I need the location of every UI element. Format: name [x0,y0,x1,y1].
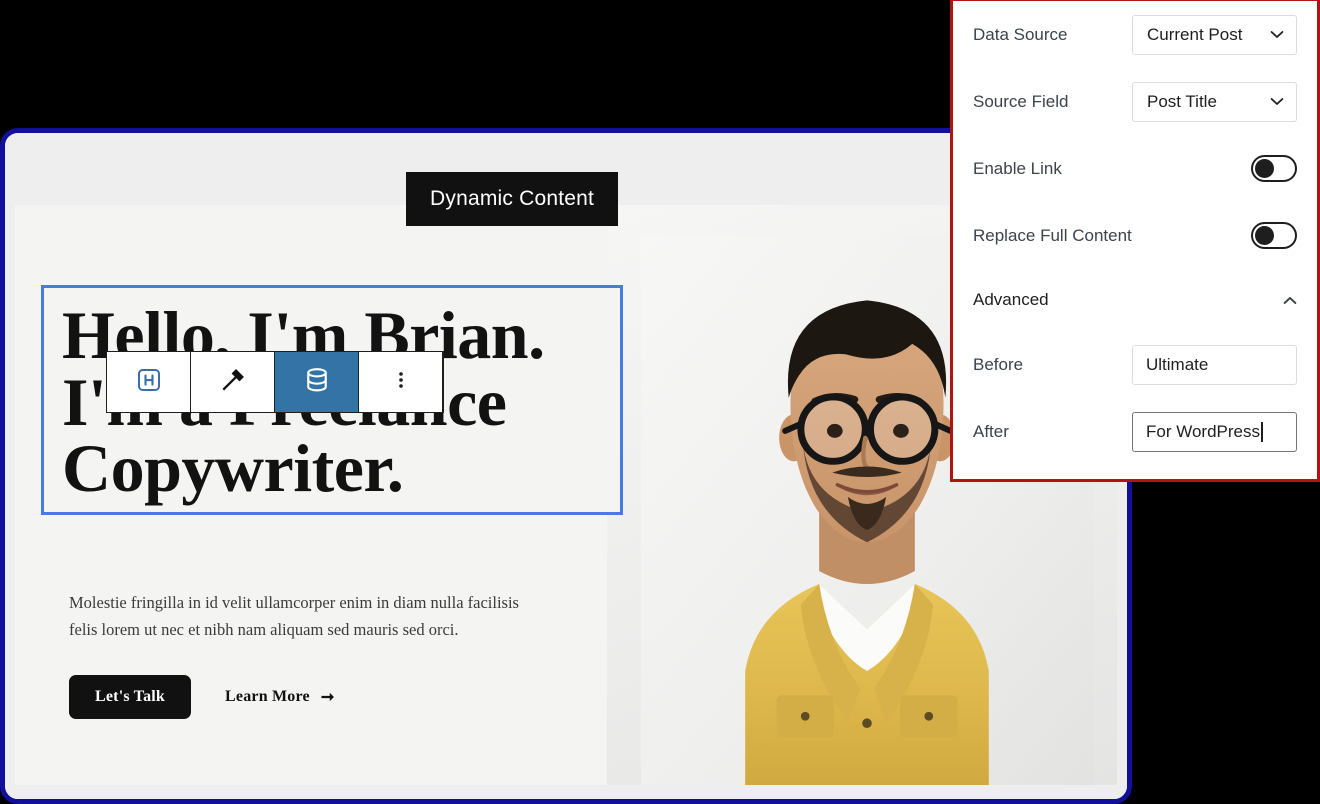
chevron-down-icon [1270,98,1284,105]
enable-link-toggle[interactable] [1251,155,1297,182]
after-value: For WordPress [1146,421,1260,441]
chevron-down-icon [1270,31,1284,38]
heading-block-button[interactable] [107,352,191,412]
heading-block-icon [134,365,164,400]
setting-row-source-field: Source Field Post Title [973,68,1297,135]
more-options-button[interactable] [359,352,443,412]
setting-row-before: Before Ultimate [973,331,1297,398]
block-toolbar [106,351,444,413]
style-tool-icon [219,366,247,399]
hero-paragraph: Molestie fringilla in id velit ullamcorp… [69,593,519,639]
hero-actions: Let's Talk Learn More ➞ [69,675,334,719]
dynamic-content-database-icon [302,365,332,400]
advanced-section-header[interactable]: Advanced [973,269,1297,331]
lets-talk-button[interactable]: Let's Talk [69,675,192,719]
hero-text-column: Hello, I'm Brian. I'm a Freelance Copywr… [15,205,623,785]
source-field-value: Post Title [1147,91,1217,111]
after-input[interactable]: For WordPress [1132,411,1297,452]
source-field-label: Source Field [973,91,1069,111]
advanced-label: Advanced [973,290,1049,309]
data-source-label: Data Source [973,24,1068,44]
before-input[interactable]: Ultimate [1132,344,1297,385]
replace-full-content-label: Replace Full Content [973,225,1132,245]
toggle-knob [1255,159,1274,178]
setting-row-enable-link: Enable Link [973,135,1297,202]
enable-link-label: Enable Link [973,158,1062,178]
data-source-select[interactable]: Current Post [1132,14,1297,55]
dynamic-content-settings-panel: Data Source Current Post Source Field Po… [950,0,1320,482]
style-tool-button[interactable] [191,352,275,412]
before-value: Ultimate [1146,354,1209,374]
after-label: After [973,421,1009,441]
toggle-knob [1255,226,1274,245]
chevron-up-icon [1283,296,1297,304]
dynamic-content-button[interactable] [275,352,359,412]
setting-row-data-source: Data Source Current Post [973,1,1297,68]
source-field-select[interactable]: Post Title [1132,81,1297,122]
learn-more-link[interactable]: Learn More ➞ [225,687,334,707]
more-options-icon [389,368,413,397]
setting-row-after: After For WordPress [973,398,1297,465]
screen-root: Hello, I'm Brian. I'm a Freelance Copywr… [0,0,1320,804]
toolbar-tooltip: Dynamic Content [406,172,619,226]
learn-more-label: Learn More [225,688,310,705]
text-cursor [1261,421,1263,442]
setting-row-replace-full-content: Replace Full Content [973,202,1297,269]
before-label: Before [973,354,1024,374]
data-source-value: Current Post [1147,24,1243,44]
heading-line-3: Copywriter. [62,430,404,507]
arrow-right-icon: ➞ [320,689,335,706]
replace-full-content-toggle[interactable] [1251,222,1297,249]
